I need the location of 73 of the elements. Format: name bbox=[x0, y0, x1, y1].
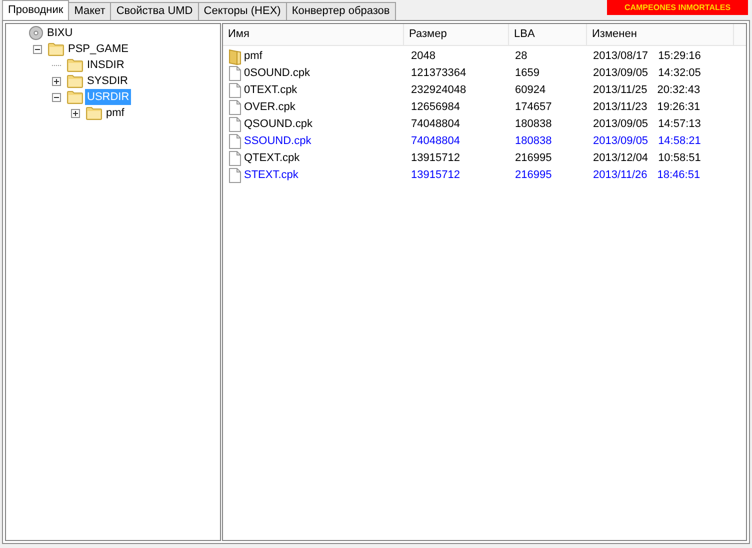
folder-icon bbox=[229, 48, 241, 64]
file-size: 13915712 bbox=[411, 169, 460, 182]
file-size: 232924048 bbox=[411, 84, 466, 96]
file-size: 74048804 bbox=[411, 118, 460, 130]
file-time: 10:58:51 bbox=[658, 151, 701, 166]
file-size: 12656984 bbox=[411, 101, 460, 114]
file-date: 2013/11/26 bbox=[593, 168, 648, 184]
file-lba: 180838 bbox=[515, 135, 552, 148]
file-size: 13915712 bbox=[411, 152, 460, 164]
folder-icon bbox=[48, 42, 64, 56]
tab[interactable]: Секторы (HEX) bbox=[198, 2, 287, 20]
tab[interactable]: Проводник bbox=[2, 0, 70, 20]
tree-item[interactable]: SYSDIR bbox=[85, 73, 130, 89]
collapse-icon[interactable] bbox=[52, 92, 61, 102]
file-icon bbox=[229, 117, 241, 132]
file-name[interactable]: OVER.cpk bbox=[244, 99, 296, 116]
file-time: 19:26:31 bbox=[657, 100, 700, 116]
folder-icon bbox=[67, 58, 83, 72]
file-icon bbox=[229, 100, 241, 115]
file-time: 15:29:16 bbox=[658, 49, 701, 64]
folder-icon bbox=[86, 106, 102, 120]
file-icon bbox=[229, 83, 241, 98]
file-lba: 28 bbox=[515, 50, 528, 62]
file-icon bbox=[229, 168, 241, 183]
file-icon bbox=[229, 66, 241, 81]
file-date: 2013/12/04 bbox=[593, 151, 648, 166]
file-date: 2013/09/05 bbox=[593, 117, 648, 132]
folder-icon bbox=[67, 90, 83, 104]
tree-item[interactable]: BIXU bbox=[45, 25, 75, 41]
file-name[interactable]: QTEXT.cpk bbox=[244, 150, 300, 167]
file-name[interactable]: SSOUND.cpk bbox=[244, 133, 312, 150]
file-date: 2013/11/23 bbox=[593, 100, 648, 116]
file-size: 2048 bbox=[411, 50, 436, 62]
file-time: 18:46:51 bbox=[657, 168, 700, 184]
column-header[interactable]: Изменен bbox=[587, 24, 734, 45]
file-name[interactable]: pmf bbox=[244, 48, 262, 65]
file-lba: 216995 bbox=[515, 169, 552, 182]
column-header[interactable]: Размер bbox=[404, 24, 509, 45]
file-name[interactable]: QSOUND.cpk bbox=[244, 116, 312, 133]
column-header[interactable]: Имя bbox=[223, 24, 404, 45]
tab[interactable]: Макет bbox=[68, 2, 112, 20]
file-time: 14:57:13 bbox=[658, 117, 701, 132]
file-lba: 216995 bbox=[515, 152, 552, 164]
file-size: 74048804 bbox=[411, 135, 460, 148]
tab[interactable]: Свойства UMD bbox=[110, 2, 199, 20]
folder-icon bbox=[67, 74, 83, 88]
banner-subtitle: CAMPEONES INMORTALES bbox=[624, 3, 731, 14]
file-name[interactable]: 0SOUND.cpk bbox=[244, 65, 310, 82]
file-lba: 1659 bbox=[515, 67, 540, 80]
tab[interactable]: Конвертер образов bbox=[286, 2, 396, 20]
column-header[interactable]: LBA bbox=[509, 24, 587, 45]
file-size: 121373364 bbox=[411, 67, 466, 80]
file-icon bbox=[229, 134, 241, 149]
tree-item[interactable]: INSDIR bbox=[85, 57, 126, 73]
file-name[interactable]: 0TEXT.cpk bbox=[244, 82, 298, 99]
file-lba: 60924 bbox=[515, 84, 546, 96]
file-date: 2013/09/05 bbox=[593, 66, 648, 82]
file-time: 20:32:43 bbox=[657, 83, 700, 98]
file-date: 2013/08/17 bbox=[593, 49, 648, 64]
file-time: 14:32:05 bbox=[658, 66, 701, 82]
file-date: 2013/11/25 bbox=[593, 83, 648, 98]
collapse-icon[interactable] bbox=[33, 44, 42, 54]
file-name[interactable]: STEXT.cpk bbox=[244, 167, 298, 184]
expand-icon[interactable] bbox=[71, 108, 80, 118]
tree-item[interactable]: pmf bbox=[104, 105, 126, 121]
disc-icon bbox=[29, 26, 43, 40]
file-lba: 180838 bbox=[515, 118, 552, 130]
file-icon bbox=[229, 151, 241, 166]
file-lba: 174657 bbox=[515, 101, 552, 114]
file-date: 2013/09/05 bbox=[593, 134, 648, 150]
file-time: 14:58:21 bbox=[658, 134, 701, 150]
expand-icon[interactable] bbox=[52, 76, 61, 86]
tree-item[interactable]: PSP_GAME bbox=[66, 41, 131, 57]
